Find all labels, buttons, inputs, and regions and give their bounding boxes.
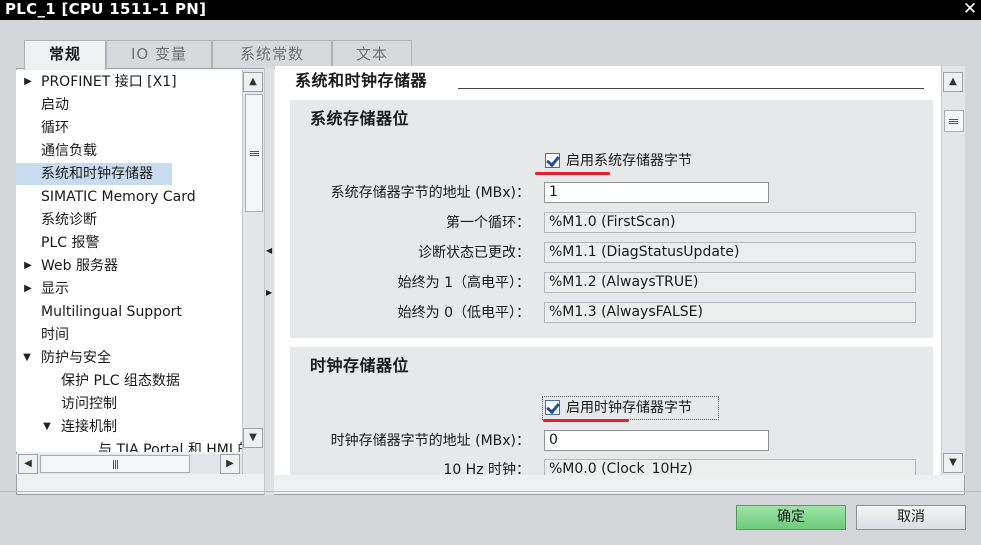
clock-10hz-field: %M0.0 (Clock_10Hz)	[544, 459, 916, 475]
nav-vertical-scrollbar[interactable]: ▲ ▼	[242, 70, 264, 474]
nav-item-time[interactable]: 时间	[16, 324, 242, 346]
checkbox-label: 启用系统存储器字节	[566, 153, 692, 169]
nav-item-label: 与 TIA Portal 和 HMI 的	[98, 442, 242, 452]
scroll-up-icon[interactable]: ▲	[943, 72, 963, 92]
section-title: 系统和时钟存储器	[295, 71, 428, 90]
scrollbar-thumb[interactable]	[944, 110, 964, 132]
nav-item-label: 系统和时钟存储器	[41, 166, 153, 182]
scroll-up-icon[interactable]: ▲	[243, 72, 263, 92]
window-title: PLC_1 [CPU 1511-1 PN]	[5, 0, 207, 18]
clock-memory-address-input[interactable]: 0	[544, 430, 769, 451]
nav-item-label: 保护 PLC 组态数据	[61, 373, 180, 389]
nav-item-multilingual[interactable]: Multilingual Support	[16, 301, 242, 323]
nav-item-label: 显示	[41, 281, 69, 297]
diag-status-field: %M1.1 (DiagStatusUpdate)	[544, 242, 916, 263]
nav-item-label: 防护与安全	[41, 350, 111, 366]
red-underline-annotation	[543, 419, 629, 422]
nav-item-display[interactable]: ▶ 显示	[16, 278, 242, 300]
tab-system-constants[interactable]: 系统常数	[212, 40, 332, 68]
pane-splitter[interactable]: ◀ ▶	[264, 68, 274, 495]
checkbox-checked-icon[interactable]	[545, 153, 560, 168]
nav-item-system-diagnostics[interactable]: 系统诊断	[16, 209, 242, 231]
nav-horizontal-scrollbar[interactable]: ◀ ▶	[16, 454, 242, 474]
nav-item-tia-hmi[interactable]: 与 TIA Portal 和 HMI 的	[16, 439, 242, 452]
nav-item-label: 连接机制	[61, 419, 117, 435]
nav-item-comm-load[interactable]: 通信负载	[16, 140, 242, 162]
settings-pane: 系统和时钟存储器 系统存储器位 启用系统存储器字节 系统存储器字节的地址 (MB…	[275, 66, 941, 475]
enable-clock-memory-checkbox[interactable]: 启用时钟存储器字节	[545, 398, 725, 418]
field-label: 10 Hz 时钟：	[443, 462, 530, 475]
nav-item-label: PLC 报警	[41, 235, 100, 251]
footer-divider	[0, 491, 981, 492]
expand-right-icon[interactable]: ▶	[22, 71, 34, 93]
nav-item-startup[interactable]: 启动	[16, 94, 242, 116]
nav-item-protect-plc-config[interactable]: 保护 PLC 组态数据	[16, 370, 242, 392]
always-false-field: %M1.3 (AlwaysFALSE)	[544, 302, 916, 323]
nav-item-web-server[interactable]: ▶ Web 服务器	[16, 255, 242, 277]
nav-item-label: PROFINET 接口 [X1]	[41, 74, 177, 90]
tab-io-tags[interactable]: IO 变量	[106, 40, 212, 68]
tab-texts[interactable]: 文本	[332, 40, 412, 68]
nav-item-protection-security[interactable]: ▼ 防护与安全	[16, 347, 242, 369]
field-label: 时钟存储器字节的地址 (MBx)：	[330, 433, 530, 449]
scrollbar-thumb[interactable]	[40, 455, 190, 473]
expand-right-icon[interactable]: ▶	[22, 255, 34, 277]
scrollbar-thumb[interactable]	[245, 94, 263, 212]
field-label: 诊断状态已更改：	[418, 245, 530, 261]
field-label: 第一个循环：	[446, 215, 530, 231]
close-icon[interactable]: ✕	[961, 0, 979, 19]
expand-right-icon[interactable]: ▶	[266, 288, 272, 297]
always-true-field: %M1.2 (AlwaysTRUE)	[544, 272, 916, 293]
nav-item-label: 循环	[41, 120, 69, 136]
nav-item-profinet[interactable]: ▶ PROFINET 接口 [X1]	[16, 71, 242, 93]
scroll-left-icon[interactable]: ◀	[18, 454, 38, 474]
expand-right-icon[interactable]: ▶	[22, 278, 34, 300]
nav-tree: ▶ PROFINET 接口 [X1] 启动 循环 通信负载 系统和时钟存储器 S…	[16, 70, 242, 452]
nav-item-label: 通信负载	[41, 143, 97, 159]
nav-item-label: Multilingual Support	[41, 304, 182, 320]
nav-item-access-control[interactable]: 访问控制	[16, 393, 242, 415]
first-scan-field: %M1.0 (FirstScan)	[544, 212, 916, 233]
nav-item-label: 启动	[41, 97, 69, 113]
scroll-down-icon[interactable]: ▼	[243, 428, 263, 448]
nav-item-label: 访问控制	[61, 396, 117, 412]
cancel-button[interactable]: 取消	[856, 505, 966, 530]
system-memory-panel: 系统存储器位 启用系统存储器字节 系统存储器字节的地址 (MBx)： 1 第一个…	[290, 100, 933, 338]
scroll-down-icon[interactable]: ▼	[943, 453, 963, 473]
nav-item-connection-mechanisms[interactable]: ▼ 连接机制	[16, 416, 242, 438]
expand-down-icon[interactable]: ▼	[41, 416, 53, 438]
settings-vertical-scrollbar[interactable]: ▲ ▼	[941, 66, 965, 475]
checkbox-label: 启用时钟存储器字节	[566, 400, 692, 416]
panel-title: 系统存储器位	[310, 109, 410, 128]
nav-item-label: 系统诊断	[41, 212, 97, 228]
nav-item-label: Web 服务器	[41, 258, 118, 274]
checkbox-checked-icon[interactable]	[545, 400, 560, 415]
nav-item-plc-alarms[interactable]: PLC 报警	[16, 232, 242, 254]
nav-item-label: SIMATIC Memory Card	[41, 189, 196, 205]
scroll-right-icon[interactable]: ▶	[220, 454, 240, 474]
expand-down-icon[interactable]: ▼	[21, 347, 33, 369]
clock-memory-panel: 时钟存储器位 启用时钟存储器字节 时钟存储器字节的地址 (MBx)： 0 10 …	[290, 347, 933, 475]
field-label: 始终为 1（高电平）：	[397, 275, 530, 291]
window-titlebar: PLC_1 [CPU 1511-1 PN] ✕	[0, 0, 981, 20]
field-label: 始终为 0（低电平）：	[397, 305, 530, 321]
ok-button[interactable]: 确定	[736, 505, 846, 530]
nav-item-system-clock-memory[interactable]: 系统和时钟存储器	[16, 163, 172, 185]
system-memory-address-input[interactable]: 1	[544, 182, 769, 203]
tab-general[interactable]: 常规	[24, 40, 106, 70]
nav-item-label: 时间	[41, 327, 69, 343]
field-label: 系统存储器字节的地址 (MBx)：	[330, 185, 530, 201]
enable-system-memory-checkbox[interactable]: 启用系统存储器字节	[545, 151, 725, 171]
panel-title: 时钟存储器位	[310, 356, 410, 375]
nav-item-memory-card[interactable]: SIMATIC Memory Card	[16, 186, 242, 208]
red-underline-annotation	[535, 172, 610, 175]
collapse-left-icon[interactable]: ◀	[266, 246, 272, 255]
section-divider	[458, 88, 924, 89]
nav-item-cycle[interactable]: 循环	[16, 117, 242, 139]
